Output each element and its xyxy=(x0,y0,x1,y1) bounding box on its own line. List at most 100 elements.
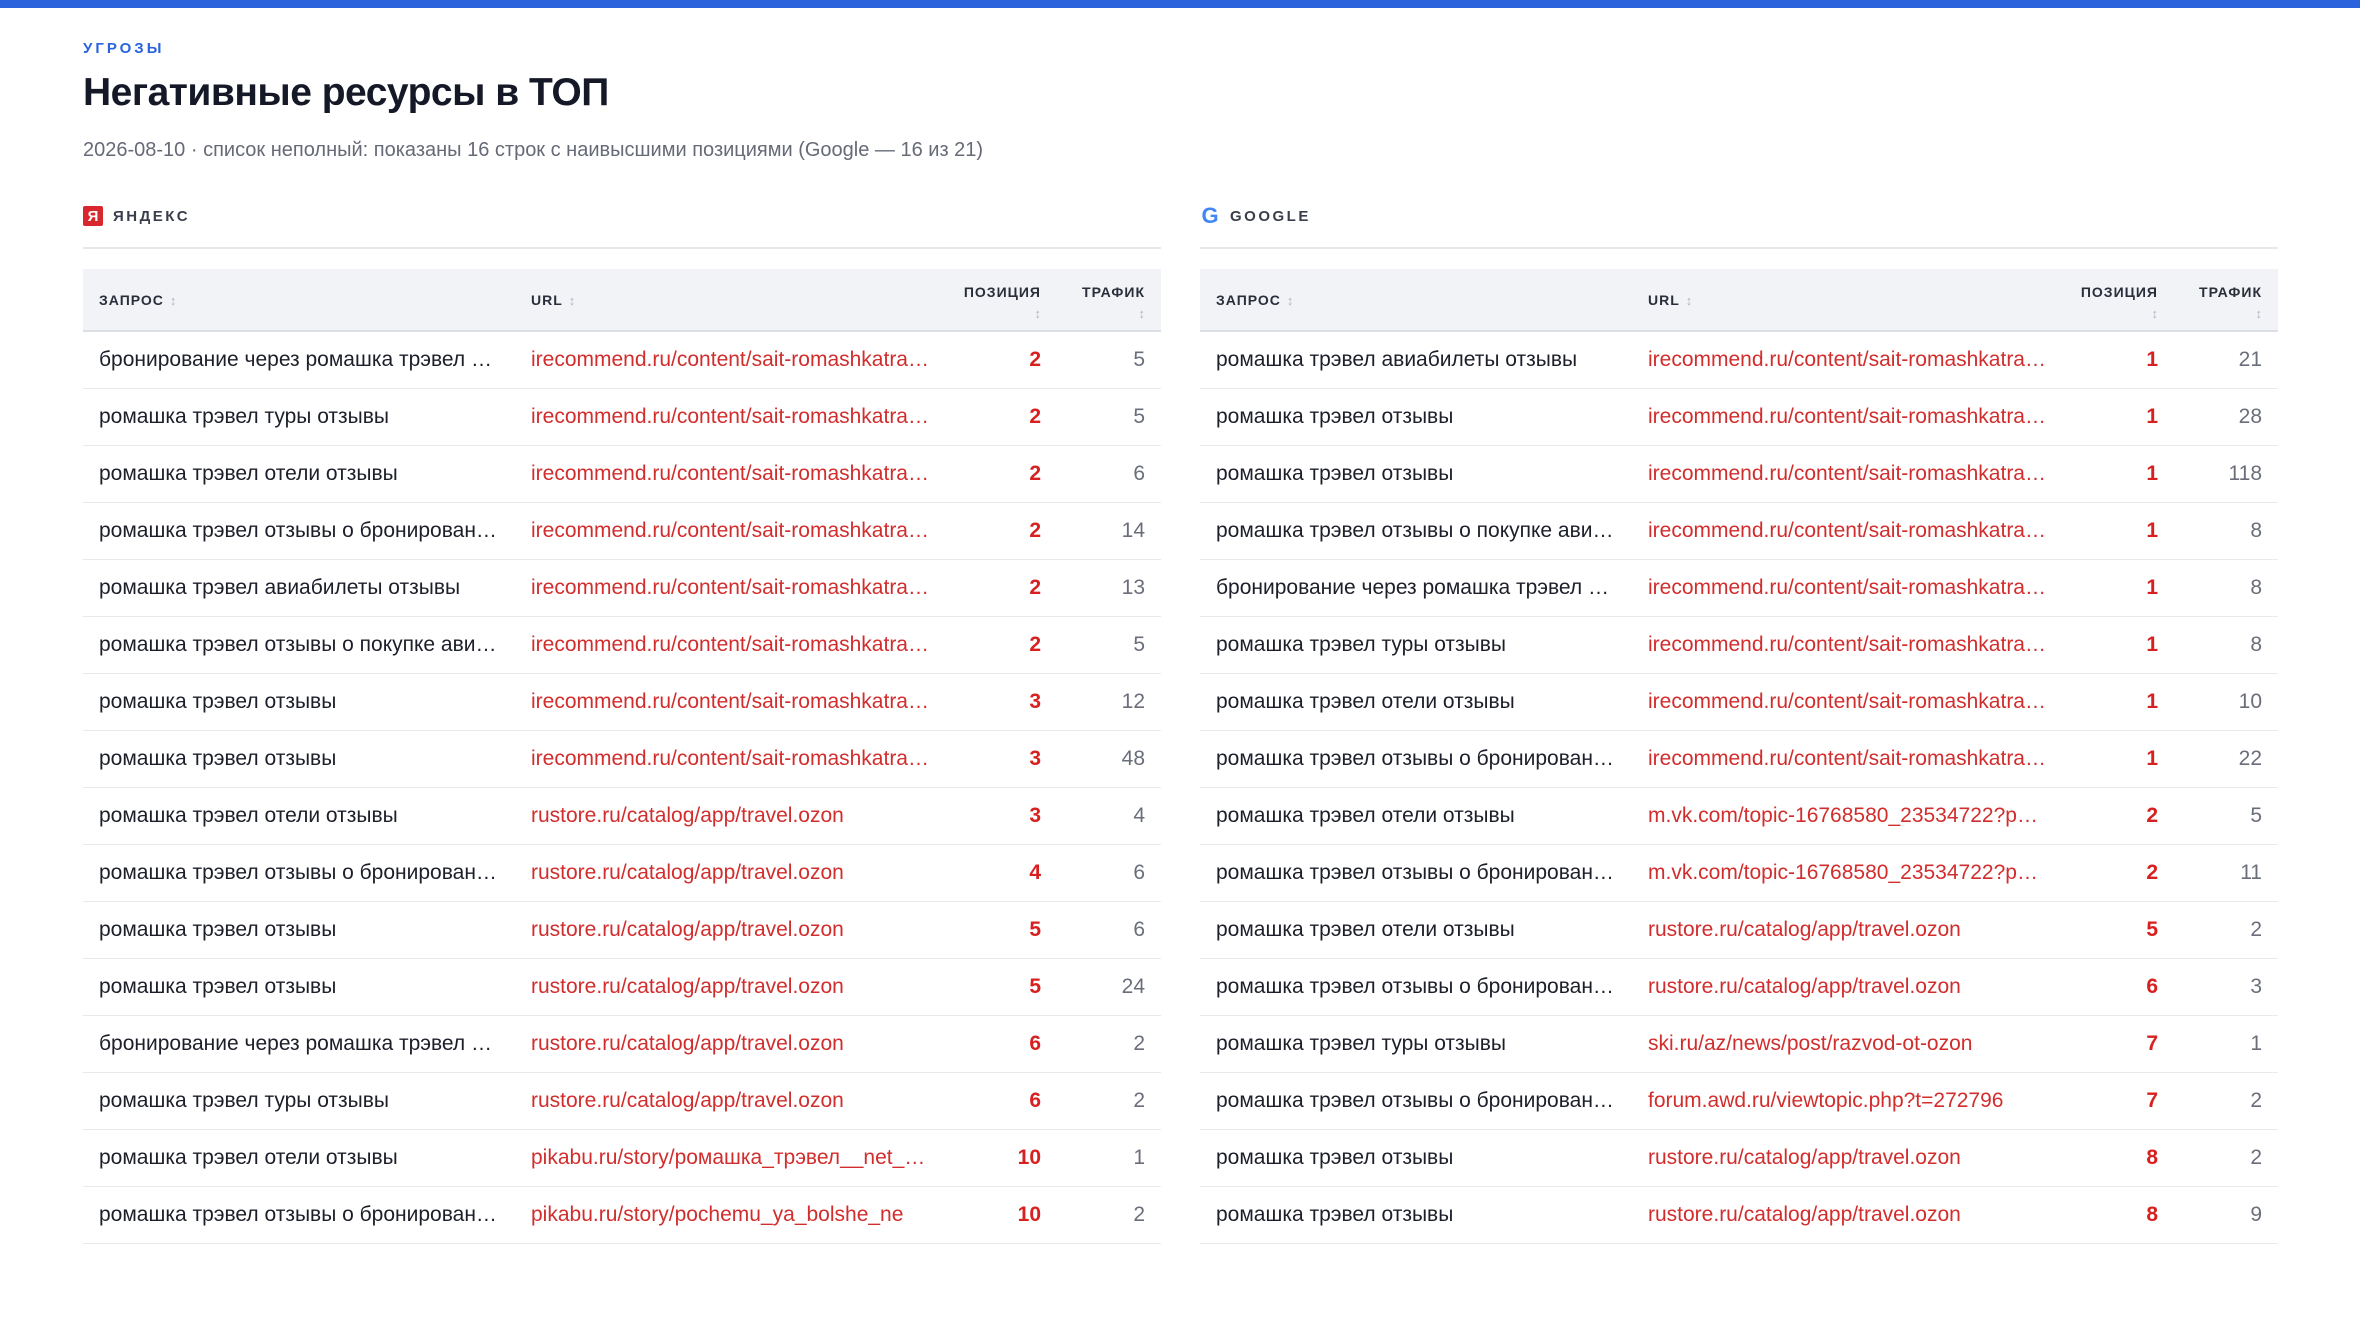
url-link[interactable]: rustore.ru/catalog/app/travel.ozon xyxy=(515,1072,947,1130)
url-link[interactable]: irecommend.ru/content/sait-romashkatrave… xyxy=(515,559,947,617)
url-link[interactable]: irecommend.ru/content/sait-romashkatrave… xyxy=(515,331,947,389)
top-accent-bar xyxy=(0,0,2360,8)
traffic-cell: 2 xyxy=(2174,1072,2278,1130)
traffic-cell: 2 xyxy=(1057,1015,1161,1073)
traffic-cell: 8 xyxy=(2174,616,2278,674)
url-link[interactable]: irecommend.ru/content/sait-romashkatrave… xyxy=(515,388,947,446)
sort-icon: ↕ xyxy=(2151,306,2159,321)
url-link[interactable]: irecommend.ru/content/sait-romashkatrave… xyxy=(515,673,947,731)
query-cell: ромашка трэвел отзывы xyxy=(83,958,515,1016)
url-link[interactable]: irecommend.ru/content/sait-romashkatrave… xyxy=(515,616,947,674)
table-row: ромашка трэвел отзывы irecommend.ru/conte… xyxy=(1200,445,2278,503)
traffic-cell: 24 xyxy=(1057,958,1161,1016)
sort-icon: ↕ xyxy=(1685,292,1693,308)
url-link[interactable]: ski.ru/az/news/post/razvod-ot-ozon xyxy=(1632,1015,2064,1073)
page-subtitle: 2026-08-10 · список неполный: показаны 1… xyxy=(83,139,984,161)
table-row: ромашка трэвел отели отзывы irecommend.ru… xyxy=(83,445,1161,503)
table-row: ромашка трэвел отзывы rustore.ru/catalog/… xyxy=(83,958,1161,1016)
url-link[interactable]: forum.awd.ru/viewtopic.php?t=272796 xyxy=(1632,1072,2064,1130)
column-header-position[interactable]: ПОЗИЦИЯ ↕ xyxy=(947,269,1057,332)
traffic-cell: 3 xyxy=(2174,958,2278,1016)
url-link[interactable]: irecommend.ru/content/sait-romashkatrave… xyxy=(1632,730,2064,788)
page: УГРОЗЫ Негативные ресурсы в ТОП 2026-08-… xyxy=(83,40,2283,1244)
yandex-table-body: бронирование через ромашка трэвел отзывы… xyxy=(83,331,1161,1244)
query-cell: ромашка трэвел отели отзывы xyxy=(83,445,515,503)
column-header-url[interactable]: URL ↕ xyxy=(1632,269,2064,332)
table-row: ромашка трэвел туры отзывы irecommend.ru/… xyxy=(83,388,1161,446)
yandex-header: Я ЯНДЕКС xyxy=(83,203,1161,249)
sort-icon: ↕ xyxy=(169,292,177,308)
table-row: ромашка трэвел отзывы rustore.ru/catalog/… xyxy=(1200,1186,2278,1244)
traffic-cell: 5 xyxy=(1057,388,1161,446)
traffic-cell: 11 xyxy=(2174,844,2278,902)
url-link[interactable]: irecommend.ru/content/sait-romashkatrave… xyxy=(1632,559,2064,617)
query-cell: ромашка трэвел отзывы xyxy=(83,673,515,731)
query-cell: ромашка трэвел отзывы о покупке авиабиле… xyxy=(83,616,515,674)
sort-icon: ↕ xyxy=(1034,306,1042,321)
query-cell: ромашка трэвел отзывы о бронировании оте… xyxy=(1200,730,1632,788)
url-link[interactable]: rustore.ru/catalog/app/travel.ozon xyxy=(1632,1129,2064,1187)
url-link[interactable]: irecommend.ru/content/sait-romashkatrave… xyxy=(1632,616,2064,674)
url-link[interactable]: rustore.ru/catalog/app/travel.ozon xyxy=(515,787,947,845)
table-row: ромашка трэвел отели отзывы rustore.ru/ca… xyxy=(1200,901,2278,959)
traffic-cell: 8 xyxy=(2174,559,2278,617)
url-link[interactable]: irecommend.ru/content/sait-romashkatrave… xyxy=(1632,445,2064,503)
position-cell: 10 xyxy=(947,1129,1057,1187)
url-link[interactable]: rustore.ru/catalog/app/travel.ozon xyxy=(515,844,947,902)
traffic-cell: 5 xyxy=(1057,616,1161,674)
url-link[interactable]: irecommend.ru/content/sait-romashkatrave… xyxy=(1632,331,2064,389)
position-cell: 5 xyxy=(2064,901,2174,959)
traffic-cell: 6 xyxy=(1057,445,1161,503)
column-header-query[interactable]: ЗАПРОС ↕ xyxy=(1200,269,1632,332)
traffic-cell: 21 xyxy=(2174,331,2278,389)
position-cell: 2 xyxy=(947,502,1057,560)
position-cell: 2 xyxy=(947,559,1057,617)
url-link[interactable]: irecommend.ru/content/sait-romashkatrave… xyxy=(515,445,947,503)
position-cell: 2 xyxy=(947,388,1057,446)
url-link[interactable]: rustore.ru/catalog/app/travel.ozon xyxy=(1632,958,2064,1016)
table-row: бронирование через ромашка трэвел отзывы… xyxy=(1200,559,2278,617)
position-cell: 1 xyxy=(2064,673,2174,731)
url-link[interactable]: pikabu.ru/story/ромашка_трэвел__net_otzy… xyxy=(515,1129,947,1187)
table-row: ромашка трэвел отзывы rustore.ru/catalog/… xyxy=(1200,1129,2278,1187)
url-link[interactable]: m.vk.com/topic-16768580_23534722?post=2 xyxy=(1632,844,2064,902)
column-header-url[interactable]: URL ↕ xyxy=(515,269,947,332)
url-link[interactable]: irecommend.ru/content/sait-romashkatrave… xyxy=(1632,388,2064,446)
traffic-cell: 2 xyxy=(2174,901,2278,959)
page-title: Негативные ресурсы в ТОП xyxy=(83,71,609,114)
table-row: ромашка трэвел отзывы о бронировании оте… xyxy=(83,844,1161,902)
column-header-traffic[interactable]: ТРАФИК ↕ xyxy=(2174,269,2278,332)
position-cell: 6 xyxy=(2064,958,2174,1016)
position-cell: 2 xyxy=(947,445,1057,503)
column-header-query[interactable]: ЗАПРОС ↕ xyxy=(83,269,515,332)
position-cell: 3 xyxy=(947,673,1057,731)
table-header-row: ЗАПРОС ↕ URL ↕ ПОЗИЦИЯ ↕ ТРАФИК ↕ xyxy=(83,269,1161,332)
url-link[interactable]: irecommend.ru/content/sait-romashkatrave… xyxy=(515,502,947,560)
position-cell: 3 xyxy=(947,730,1057,788)
url-link[interactable]: irecommend.ru/content/sait-romashkatrave… xyxy=(515,730,947,788)
url-link[interactable]: irecommend.ru/content/sait-romashkatrave… xyxy=(1632,502,2064,560)
query-cell: ромашка трэвел авиабилеты отзывы xyxy=(83,559,515,617)
column-header-position[interactable]: ПОЗИЦИЯ ↕ xyxy=(2064,269,2174,332)
query-cell: ромашка трэвел отзывы о бронировании оте… xyxy=(1200,958,1632,1016)
query-cell: ромашка трэвел туры отзывы xyxy=(83,1072,515,1130)
url-link[interactable]: irecommend.ru/content/sait-romashkatrave… xyxy=(1632,673,2064,731)
query-cell: ромашка трэвел туры отзывы xyxy=(83,388,515,446)
position-cell: 8 xyxy=(2064,1186,2174,1244)
table-row: ромашка трэвел отзывы о покупке авиабиле… xyxy=(1200,502,2278,560)
column-header-traffic[interactable]: ТРАФИК ↕ xyxy=(1057,269,1161,332)
url-link[interactable]: rustore.ru/catalog/app/travel.ozon xyxy=(1632,1186,2064,1244)
url-link[interactable]: rustore.ru/catalog/app/travel.ozon xyxy=(1632,901,2064,959)
query-cell: ромашка трэвел отзывы о покупке авиабиле… xyxy=(1200,502,1632,560)
url-link[interactable]: rustore.ru/catalog/app/travel.ozon xyxy=(515,901,947,959)
query-cell: ромашка трэвел туры отзывы xyxy=(1200,1015,1632,1073)
position-cell: 3 xyxy=(947,787,1057,845)
url-link[interactable]: m.vk.com/topic-16768580_23534722?post=1 xyxy=(1632,787,2064,845)
query-cell: ромашка трэвел отзывы о бронировании оте… xyxy=(1200,1072,1632,1130)
url-link[interactable]: pikabu.ru/story/pochemu_ya_bolshe_ne xyxy=(515,1186,947,1244)
google-table: ЗАПРОС ↕ URL ↕ ПОЗИЦИЯ ↕ ТРАФИК ↕ ромашка тр… xyxy=(1200,269,2278,1244)
url-link[interactable]: rustore.ru/catalog/app/travel.ozon xyxy=(515,1015,947,1073)
url-link[interactable]: rustore.ru/catalog/app/travel.ozon xyxy=(515,958,947,1016)
query-cell: ромашка трэвел отзывы xyxy=(1200,1186,1632,1244)
position-cell: 1 xyxy=(2064,388,2174,446)
